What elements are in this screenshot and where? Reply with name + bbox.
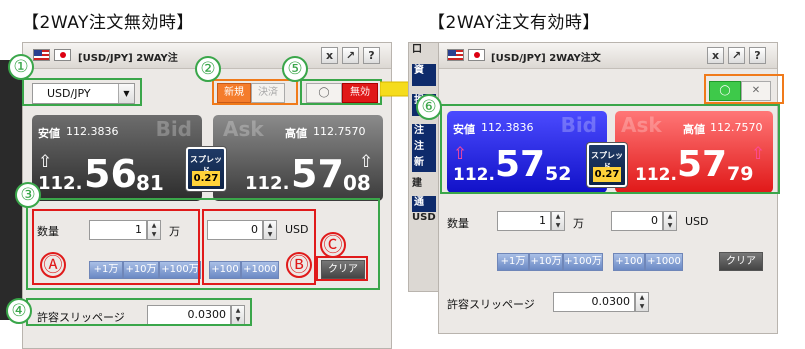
slippage-stepper[interactable]: ▲ ▼ [635,292,649,312]
background-side-labels: 口 資 損 注 注 新 建 通 USD [412,44,436,228]
slippage-input[interactable]: 0.0300 [553,292,635,312]
close-button[interactable]: x [707,47,724,64]
us-flag-icon [447,49,464,61]
side-label: 注 [412,140,436,156]
spread-badge: スプレッド 0.27 [186,147,226,191]
arrow-up-icon: ⇧ [359,152,374,172]
marker-5: ⑤ [282,56,308,82]
quantity-input[interactable]: 1 [497,211,551,231]
annotation-box-6 [440,104,780,194]
annotation-box-toggle [704,74,784,104]
side-label: USD [412,212,436,223]
ask-watermark: Ask [223,117,264,141]
marker-4: ④ [6,298,32,324]
quantity-label: 数量 [447,217,469,230]
ask-label: 高値 [285,127,307,140]
arrow-up-icon: ⇧ [38,152,53,172]
us-flag-icon [33,49,50,61]
add-100-button[interactable]: +100 [613,253,645,271]
ask-big-prefix: 112. [245,173,290,194]
title-bar: [USD/JPY] 2WAY注文 x ↗ ? [439,43,777,69]
bid-price: 112.3836 [66,125,119,138]
bid-big-main: 56 [84,152,137,196]
ask-price: 112.7570 [313,125,366,138]
clear-button[interactable]: クリア [719,252,763,271]
jp-flag-icon [468,49,485,61]
usd-quantity-stepper[interactable]: ▲ ▼ [663,211,677,231]
annotation-box-C [316,256,368,281]
window-title: [USD/JPY] 2WAY注 [78,53,178,64]
add-1000-button[interactable]: +1000 [645,253,683,271]
bid-tile[interactable]: Bid 安値 112.3836 ⇧ 112. 56 81 [32,115,202,201]
bid-big-suffix: 81 [136,171,164,195]
marker-B: Ⓑ [286,252,312,278]
popout-button[interactable]: ↗ [728,47,745,64]
ask-big-suffix: 08 [343,171,371,195]
heading-disabled: 【2WAY注文無効時】 [22,13,194,33]
usd-unit: USD [685,215,709,228]
spread-value: 0.27 [192,171,220,186]
add-1m-button[interactable]: +100万 [563,253,603,271]
add-10k-button[interactable]: +1万 [497,253,529,271]
quantity-unit: 万 [573,217,584,230]
marker-3: ③ [15,182,41,208]
annotation-box-5 [300,79,382,105]
help-button[interactable]: ? [363,47,380,64]
annotation-box-4 [26,298,252,326]
marker-6: ⑥ [416,94,442,120]
marker-A: Ⓐ [40,252,66,278]
side-label: 資 [412,64,436,86]
add-100k-button[interactable]: +10万 [529,253,563,271]
jp-flag-icon [54,49,71,61]
slippage-label: 許容スリッページ [447,298,535,311]
side-label: 注 [412,124,436,140]
marker-2: ② [195,56,221,82]
bid-label: 安値 [38,127,60,140]
annotation-box-1 [22,78,142,106]
ask-big-main: 57 [291,152,344,196]
heading-enabled: 【2WAY注文有効時】 [428,13,600,33]
side-label: 口 [412,44,422,55]
help-button[interactable]: ? [749,47,766,64]
bid-watermark: Bid [155,117,192,141]
quantity-stepper[interactable]: ▲ ▼ [551,211,565,231]
side-label: 建 [412,178,422,189]
side-label: 通 [412,196,436,212]
window-title: [USD/JPY] 2WAY注文 [491,53,601,64]
usd-quantity-input[interactable]: 0 [611,211,663,231]
ask-tile[interactable]: Ask 高値 112.7570 ⇧ 112. 57 08 [213,115,383,201]
marker-C: Ⓒ [320,232,346,258]
side-label: 新 [412,156,436,172]
bid-big-prefix: 112. [38,173,83,194]
annotation-box-2 [212,79,298,105]
popout-button[interactable]: ↗ [342,47,359,64]
marker-1: ① [8,54,34,80]
close-button[interactable]: x [321,47,338,64]
